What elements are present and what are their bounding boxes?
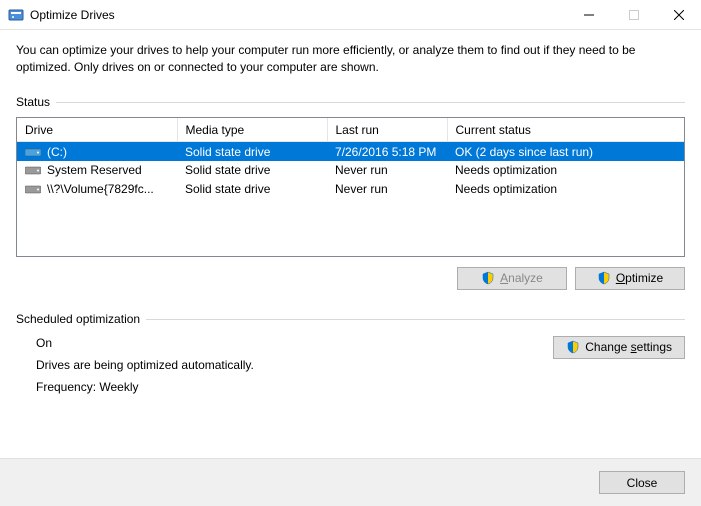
media-type: Solid state drive (177, 180, 327, 199)
status-section-header: Status (16, 95, 685, 109)
drive-name: \\?\Volume{7829fc... (47, 182, 154, 196)
drive-icon (25, 146, 41, 158)
shield-icon (481, 271, 495, 285)
drive-icon (25, 183, 41, 195)
footer-bar: Close (0, 458, 701, 506)
description-text: You can optimize your drives to help you… (16, 42, 685, 77)
scheduled-label: Scheduled optimization (16, 312, 140, 326)
col-media[interactable]: Media type (177, 118, 327, 142)
col-current[interactable]: Current status (447, 118, 684, 142)
table-header-row: Drive Media type Last run Current status (17, 118, 684, 142)
analyze-button[interactable]: Analyze (457, 267, 567, 290)
drive-icon (25, 164, 41, 176)
current-status: OK (2 days since last run) (447, 142, 684, 161)
change-settings-label: Change settings (585, 340, 672, 354)
current-status: Needs optimization (447, 161, 684, 180)
scheduled-freq: Frequency: Weekly (36, 380, 553, 394)
close-dialog-button[interactable]: Close (599, 471, 685, 494)
analyze-label: Analyze (500, 271, 543, 285)
table-row[interactable]: System Reserved Solid state driveNever ru… (17, 161, 684, 180)
shield-icon (597, 271, 611, 285)
shield-icon (566, 340, 580, 354)
drive-name: (C:) (47, 145, 67, 159)
app-icon (8, 7, 24, 23)
title-bar: Optimize Drives (0, 0, 701, 30)
table-row[interactable]: \\?\Volume{7829fc... Solid state driveNev… (17, 180, 684, 199)
scheduled-on: On (36, 336, 553, 350)
optimize-label: Optimize (616, 271, 663, 285)
media-type: Solid state drive (177, 161, 327, 180)
drive-name: System Reserved (47, 163, 142, 177)
optimize-button[interactable]: Optimize (575, 267, 685, 290)
last-run: Never run (327, 161, 447, 180)
maximize-button[interactable] (611, 0, 656, 30)
media-type: Solid state drive (177, 142, 327, 161)
current-status: Needs optimization (447, 180, 684, 199)
table-row[interactable]: (C:) Solid state drive7/26/2016 5:18 PMOK… (17, 142, 684, 161)
col-drive[interactable]: Drive (17, 118, 177, 142)
scheduled-desc: Drives are being optimized automatically… (36, 358, 553, 372)
status-label: Status (16, 95, 50, 109)
change-settings-button[interactable]: Change settings (553, 336, 685, 359)
minimize-button[interactable] (566, 0, 611, 30)
scheduled-section-header: Scheduled optimization (16, 312, 685, 326)
close-button[interactable] (656, 0, 701, 30)
last-run: Never run (327, 180, 447, 199)
last-run: 7/26/2016 5:18 PM (327, 142, 447, 161)
col-last[interactable]: Last run (327, 118, 447, 142)
drives-table[interactable]: Drive Media type Last run Current status… (16, 117, 685, 257)
window-title: Optimize Drives (30, 8, 115, 22)
